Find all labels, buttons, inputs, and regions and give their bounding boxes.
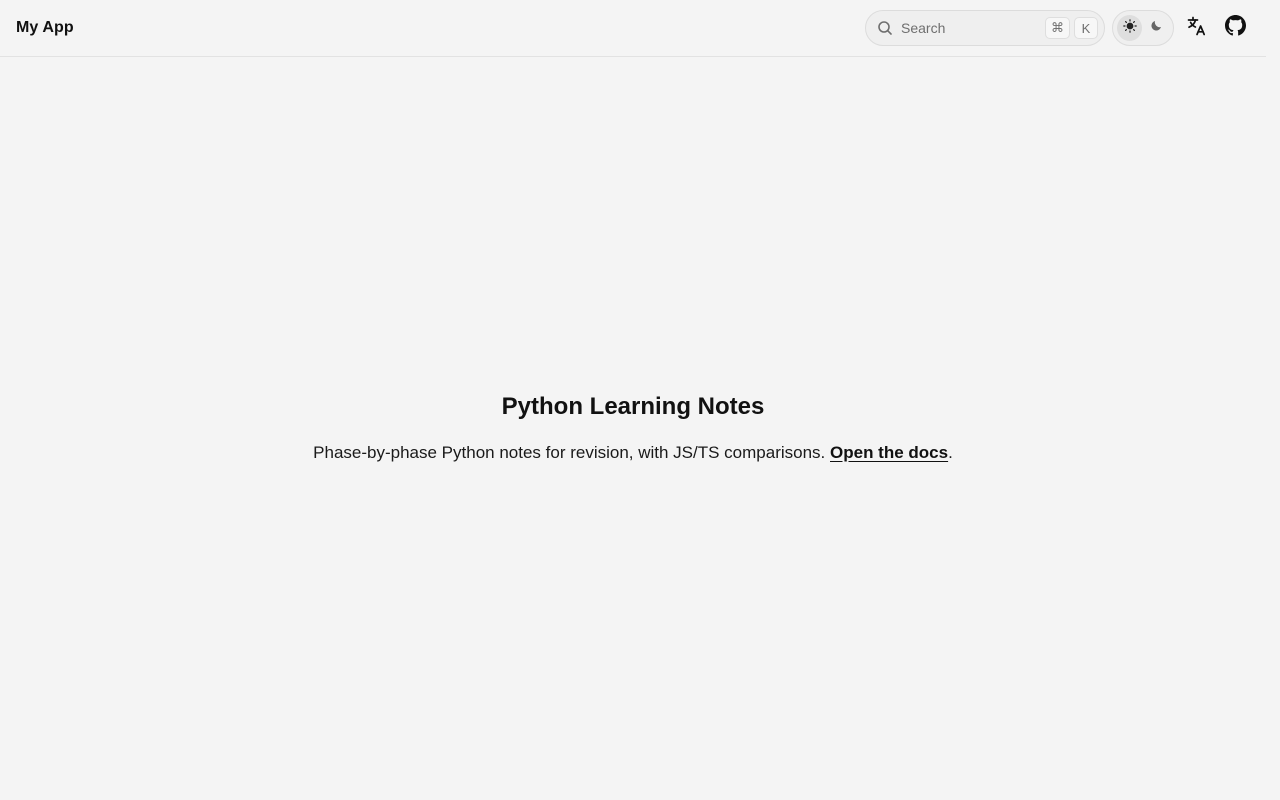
- moon-icon: [1150, 19, 1163, 37]
- light-theme-button[interactable]: [1117, 15, 1142, 41]
- github-icon: [1224, 15, 1246, 41]
- translate-icon: [1187, 16, 1207, 41]
- open-docs-link[interactable]: Open the docs: [830, 443, 948, 462]
- search-placeholder: Search: [901, 20, 946, 36]
- shortcut-mod-key: ⌘: [1045, 17, 1070, 39]
- hero-subtitle-period: .: [948, 443, 953, 462]
- dark-theme-button[interactable]: [1144, 15, 1169, 41]
- hero-subtitle-text: Phase-by-phase Python notes for revision…: [313, 443, 826, 462]
- search-input[interactable]: Search ⌘ K: [865, 10, 1105, 46]
- theme-toggle: [1112, 10, 1174, 46]
- hero-subtitle: Phase-by-phase Python notes for revision…: [0, 441, 1266, 465]
- hero-section: Python Learning Notes Phase-by-phase Pyt…: [0, 390, 1266, 465]
- search-icon: [877, 20, 893, 36]
- app-title[interactable]: My App: [16, 19, 74, 37]
- language-button[interactable]: [1182, 13, 1212, 43]
- page-title: Python Learning Notes: [501, 393, 765, 420]
- github-link[interactable]: [1220, 13, 1250, 43]
- top-navbar: My App Search ⌘ K: [0, 0, 1266, 57]
- sun-icon: [1122, 18, 1137, 38]
- shortcut-k-key: K: [1074, 17, 1098, 39]
- nav-actions: Search ⌘ K: [865, 10, 1250, 46]
